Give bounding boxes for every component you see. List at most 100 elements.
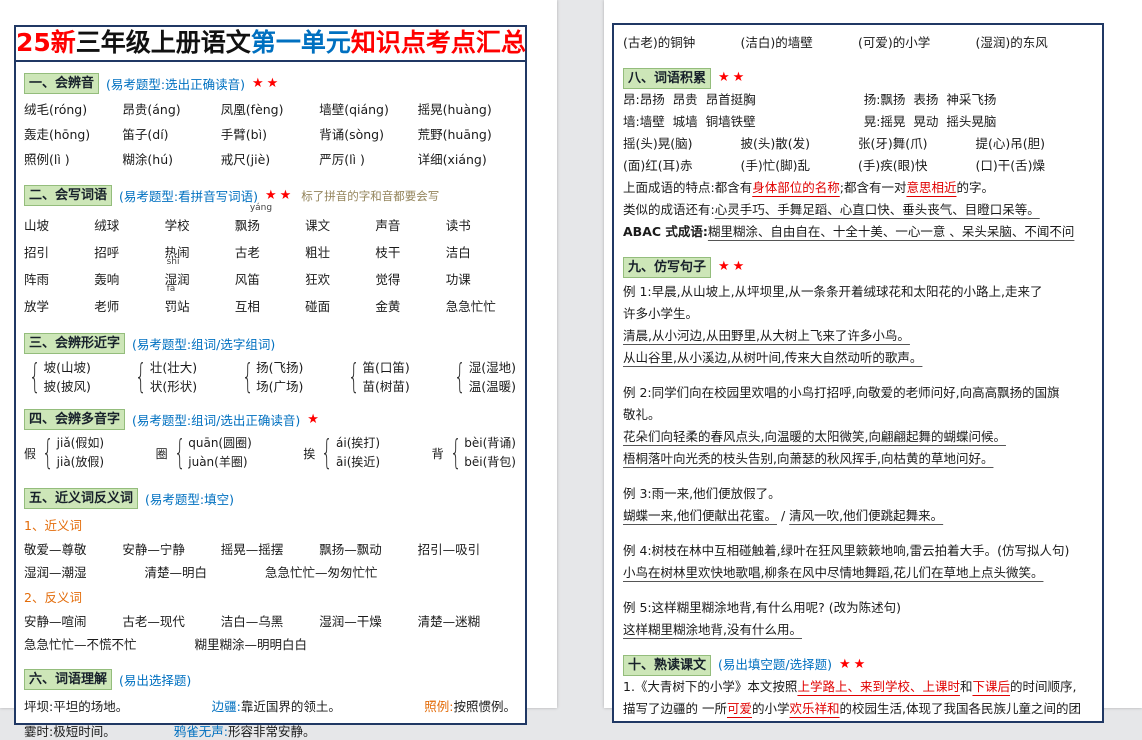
definition-item: 边疆:靠近国界的领土。 bbox=[212, 696, 341, 715]
section-6-header: 六、词语理解 (易出选择题) bbox=[24, 669, 516, 690]
lesson-summary-line: 1.《大青树下的小学》本文按照上学路上、来到学校、上课时和下课后的时间顺序, bbox=[623, 676, 1093, 698]
highlighted-answer: 意思相近 bbox=[906, 180, 956, 195]
word-cell: fá罚站 bbox=[165, 293, 235, 320]
word-group: 昂:昂扬 昂贵 昂首挺胸 bbox=[623, 89, 864, 111]
definition-text: 靠近国界的领土。 bbox=[241, 699, 341, 714]
idiom-row: (面)红(耳)赤 (手)忙(脚)乱 (手)疾(眼)快 (口)干(舌)燥 bbox=[623, 155, 1093, 177]
brace-shape bbox=[454, 360, 466, 394]
content-table-left: 25新三年级上册语文第一单元知识点考点汇总 一、会辨音 (易考题型:选出正确读音… bbox=[14, 25, 527, 725]
definition-row: 坪坝:平坦的场地。 边疆:靠近国界的领土。 照例:按照惯例。 bbox=[24, 696, 516, 715]
pinyin-annotation: yáng bbox=[250, 204, 272, 213]
abac-label: ABAC 式成语: bbox=[623, 224, 708, 239]
word-cell: 招呼 bbox=[94, 239, 164, 266]
pronunciation-row: 绒毛(róng) 昂贵(áng) 凤凰(fèng) 墙壁(qiáng) 摇晃(h… bbox=[24, 97, 516, 172]
idiom-feature-line: 上面成语的特点:都含有身体部位的名称;都含有一对意思相近的字。 bbox=[623, 177, 1093, 199]
word-cell: 招引 bbox=[24, 239, 94, 266]
word-pair: 洁白—乌黑 bbox=[221, 609, 319, 634]
collocation-item: (可爱)的小学 bbox=[858, 32, 976, 54]
word-cell: 摇晃(huàng) bbox=[418, 97, 516, 122]
word-cell: 学校 bbox=[165, 212, 235, 239]
definition-term: 边疆: bbox=[212, 699, 241, 714]
definition-item: 坪坝:平坦的场地。 bbox=[24, 696, 128, 715]
section-header-badge: 二、会写词语 bbox=[24, 185, 112, 206]
difficulty-stars: ★★ bbox=[718, 67, 747, 89]
example-question: 许多小学生。 bbox=[623, 303, 1093, 325]
word-cell: 互相 bbox=[235, 293, 305, 320]
character-pair: 壮(壮大)状(形状) bbox=[130, 358, 197, 396]
question-type: (易考题型:选出正确读音) bbox=[106, 74, 245, 93]
idiom-item: (面)红(耳)赤 bbox=[623, 155, 741, 177]
word-cell: 金黄 bbox=[375, 293, 445, 320]
word-cell: 老师 bbox=[94, 293, 164, 320]
definition-item: 照例:按照惯例。 bbox=[424, 696, 516, 715]
question-type: (易出选择题) bbox=[119, 670, 191, 689]
word-cell: 狂欢 bbox=[305, 266, 375, 293]
difficulty-stars: ★★ bbox=[265, 188, 294, 203]
question-type: (易考题型:组词/选出正确读音) bbox=[132, 410, 300, 429]
brace-shape bbox=[241, 360, 253, 394]
word-cell: 读书 bbox=[446, 212, 516, 239]
word-cell: 风笛 bbox=[235, 266, 305, 293]
example-question: 例 5:这样糊里糊涂地背,有什么用呢? (改为陈述句) bbox=[623, 597, 1093, 619]
example-answer: 清风一吹,他们便跳起舞来。 bbox=[789, 508, 943, 523]
word-cell: 觉得 bbox=[375, 266, 445, 293]
title-part: 第一单元 bbox=[251, 28, 351, 57]
word-cell: yáng飘扬 bbox=[235, 212, 305, 239]
word-pair: 古老—现代 bbox=[122, 609, 220, 634]
section-header-badge: 三、会辨形近字 bbox=[24, 333, 125, 354]
polyphone-item: 圈quān(圆圈)juàn(羊圈) bbox=[156, 434, 252, 472]
title-part: 25新 bbox=[16, 28, 76, 57]
dictation-words: 山坡 绒球 学校 yáng飘扬 课文 声音 读书 招引 招呼 热闹 古老 粗壮 … bbox=[24, 212, 516, 320]
highlighted-answer: 上学路上、来到学校、上课时 bbox=[797, 679, 960, 694]
title-part: 知识点考点汇总 bbox=[351, 28, 526, 57]
idiom-item: 提(心)吊(胆) bbox=[976, 133, 1094, 155]
word-cell: 绒球 bbox=[94, 212, 164, 239]
example-answer: 清晨,从小河边,从田野里,从大树上飞来了许多小鸟。 bbox=[623, 325, 1093, 347]
page-title: 25新三年级上册语文第一单元知识点考点汇总 bbox=[16, 27, 525, 62]
word-group: 扬:飘扬 表扬 神采飞扬 bbox=[864, 89, 1093, 111]
example-answer: 花朵们向轻柔的春风点头,向温暖的太阳微笑,向翩翩起舞的蝴蝶问候。 bbox=[623, 426, 1093, 448]
difficulty-stars: ★ bbox=[307, 412, 322, 427]
section-header-badge: 十、熟读课文 bbox=[623, 655, 711, 676]
difficulty-stars: ★★ bbox=[839, 654, 868, 676]
word-cell: 课文 bbox=[305, 212, 375, 239]
word-cell: 山坡 bbox=[24, 212, 94, 239]
idiom-item: 披(头)散(发) bbox=[741, 133, 859, 155]
highlighted-answer: 欢乐祥和 bbox=[790, 701, 840, 716]
idiom-item: 摇(头)晃(脑) bbox=[623, 133, 741, 155]
word-pair: 清楚—迷糊 bbox=[418, 609, 516, 634]
accumulation-row: 昂:昂扬 昂贵 昂首挺胸 扬:飘扬 表扬 神采飞扬 bbox=[623, 89, 1093, 111]
word-pair: 清楚—明白 bbox=[145, 562, 208, 581]
word-pair: 糊里糊涂—明明白白 bbox=[195, 634, 308, 653]
synonym-row: 敬爱—尊敬 安静—宁静 摇晃—摇摆 飘扬—飘动 招引—吸引 bbox=[24, 537, 516, 562]
word-cell: 绒毛(róng) bbox=[24, 97, 122, 122]
word-pair: 安静—宁静 bbox=[122, 537, 220, 562]
example-answer: 小鸟在树林里欢快地歌唱,柳条在风中尽情地舞蹈,花儿们在草地上点头微笑。 bbox=[623, 562, 1093, 584]
idiom-row: 摇(头)晃(脑) 披(头)散(发) 张(牙)舞(爪) 提(心)吊(胆) bbox=[623, 133, 1093, 155]
synonym-row: 湿润—潮湿 清楚—明白 急急忙忙—匆匆忙忙 bbox=[24, 562, 516, 581]
highlighted-answer: 下课后 bbox=[972, 679, 1010, 694]
accumulation-row: 墙:墙壁 城墙 铜墙铁壁 晃:摇晃 晃动 摇头晃脑 bbox=[623, 111, 1093, 133]
word-pair: 飘扬—飘动 bbox=[319, 537, 417, 562]
word-pair: 湿润—干燥 bbox=[319, 609, 417, 634]
difficulty-stars: ★★ bbox=[252, 76, 281, 91]
brace-shape bbox=[321, 436, 333, 470]
section-header-badge: 九、仿写句子 bbox=[623, 257, 711, 278]
character-pair: 坡(山坡)披(披风) bbox=[24, 358, 91, 396]
example-question: 敬礼。 bbox=[623, 404, 1093, 426]
abac-idioms-line: ABAC 式成语:糊里糊涂、自由自在、十全十美、一心一意 、呆头呆脑、不闻不问 bbox=[623, 221, 1093, 243]
example-answer-line: 蝴蝶一来,他们便献出花蜜。 / 清风一吹,他们便跳起舞来。 bbox=[623, 505, 1093, 527]
polyphone-item: 背bèi(背诵)bēi(背包) bbox=[432, 434, 516, 472]
section-5-header: 五、近义词反义词 (易考题型:填空) bbox=[24, 488, 516, 509]
word-cell: 碰面 bbox=[305, 293, 375, 320]
definition-text: 平坦的场地。 bbox=[53, 699, 128, 714]
definition-row: 霎时:极短时间。 鸦雀无声:形容非常安静。 bbox=[24, 721, 516, 740]
polyphone-item: 假jiǎ(假如)jià(放假) bbox=[24, 434, 104, 472]
word-pair: 急急忙忙—匆匆忙忙 bbox=[265, 562, 378, 581]
word-cell: 糊涂(hú) bbox=[122, 147, 220, 172]
polyphone-row: 假jiǎ(假如)jià(放假) 圈quān(圆圈)juàn(羊圈) 挨ái(挨打… bbox=[24, 434, 516, 472]
pinyin-annotation: shī bbox=[167, 258, 180, 267]
section-header-badge: 一、会辨音 bbox=[24, 73, 99, 94]
word-cell: 急急忙忙 bbox=[446, 293, 516, 320]
collocation-item: (湿润)的东风 bbox=[976, 32, 1094, 54]
